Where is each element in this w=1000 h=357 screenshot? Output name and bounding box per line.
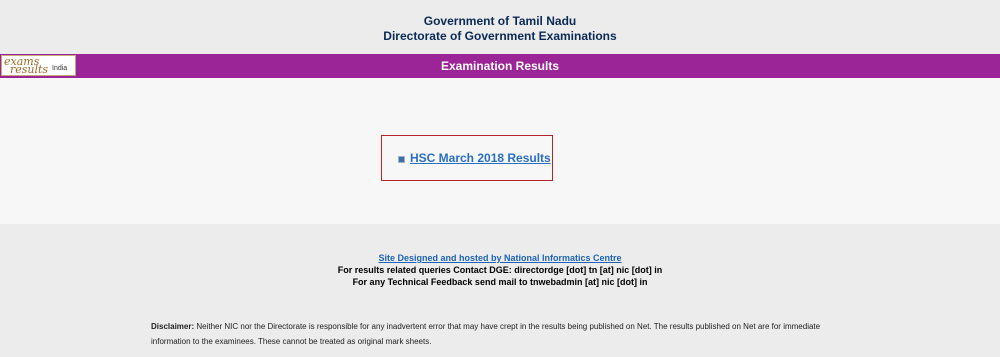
header-directorate: Directorate of Government Examinations: [383, 29, 617, 43]
header-government: Government of Tamil Nadu: [423, 14, 577, 28]
bullet-icon: [398, 156, 405, 163]
feedback-info: For any Technical Feedback send mail to …: [352, 277, 648, 287]
page-footer: Site Designed and hosted by National Inf…: [0, 224, 1000, 357]
results-section: HSC March 2018 Results: [0, 78, 1000, 225]
results-box: HSC March 2018 Results: [381, 135, 553, 181]
contact-info: For results related queries Contact DGE:…: [337, 265, 663, 275]
disclaimer: Disclaimer: Neither NIC nor the Director…: [151, 319, 851, 349]
logo-word-results: results: [10, 63, 49, 76]
nic-site-link[interactable]: Site Designed and hosted by National Inf…: [0, 253, 1000, 263]
disclaimer-text: Neither NIC nor the Directorate is respo…: [151, 322, 821, 346]
disclaimer-label: Disclaimer:: [151, 322, 195, 331]
title-banner: Examination Results: [0, 54, 1000, 78]
banner-title: Examination Results: [440, 59, 560, 73]
hsc-march-2018-results-link[interactable]: HSC March 2018 Results: [410, 151, 551, 165]
logo-word-india: India: [52, 65, 68, 72]
exams-results-india-logo[interactable]: exams results India: [1, 55, 76, 76]
page-header: Government of Tamil Nadu Directorate of …: [0, 0, 1000, 54]
